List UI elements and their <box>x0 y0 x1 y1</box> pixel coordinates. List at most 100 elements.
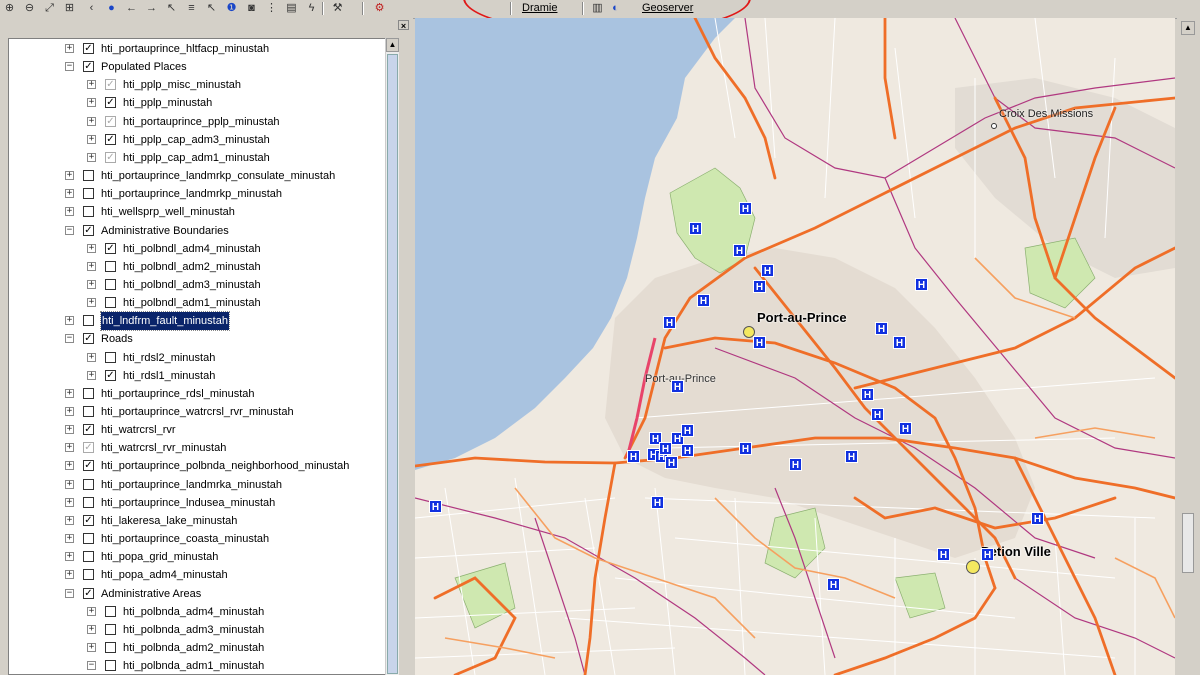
layer-name[interactable]: hti_popa_grid_minustah <box>101 548 218 566</box>
hospital-icon[interactable]: H <box>861 388 874 401</box>
layer-name[interactable]: hti_rdsl1_minustah <box>123 367 215 385</box>
layer-tree-row[interactable]: − ✓ Administrative Areas <box>9 585 389 603</box>
layer-visibility-checkbox[interactable]: ✓ <box>105 242 116 254</box>
map-view[interactable]: Port-au-Prince Port-au-Prince Petion Vil… <box>415 18 1175 675</box>
layer-tree-row[interactable]: + hti_polbndl_adm2_minustah <box>9 258 389 276</box>
layer-visibility-checkbox[interactable]: ✓ <box>83 43 94 54</box>
expand-icon[interactable]: + <box>65 171 74 181</box>
layer-name[interactable]: hti_polbndl_adm1_minustah <box>123 294 261 312</box>
expand-icon[interactable]: + <box>65 534 74 544</box>
expand-icon[interactable]: + <box>87 606 96 616</box>
expand-icon[interactable]: + <box>65 316 74 326</box>
hospital-icon[interactable]: H <box>845 450 858 463</box>
zoom-in-icon[interactable]: ⊕ <box>2 1 17 16</box>
layer-name[interactable]: hti_polbndl_adm2_minustah <box>123 258 261 276</box>
expand-icon[interactable]: + <box>65 552 74 562</box>
layer-name[interactable]: hti_lndfrm_fault_minustah <box>100 311 230 332</box>
layer-tree-row[interactable]: + hti_rdsl2_minustah <box>9 349 389 367</box>
layer-visibility-checkbox[interactable] <box>83 206 94 218</box>
hospital-icon[interactable]: H <box>671 380 684 393</box>
hospital-icon[interactable]: H <box>739 442 752 455</box>
layer-name[interactable]: hti_rdsl2_minustah <box>123 349 215 367</box>
globe-icon[interactable]: ● <box>104 1 119 16</box>
layer-visibility-checkbox[interactable]: ✓ <box>83 424 94 436</box>
hospital-icon[interactable]: H <box>429 500 442 513</box>
hospital-icon[interactable]: H <box>981 548 994 561</box>
hospital-icon[interactable]: H <box>651 496 664 509</box>
layer-name[interactable]: hti_portauprince_lndusea_minustah <box>101 494 275 512</box>
identify-icon[interactable]: ≡ <box>184 1 199 16</box>
collapse-icon[interactable]: − <box>87 661 96 671</box>
expand-icon[interactable]: + <box>65 570 74 580</box>
layer-visibility-checkbox[interactable]: ✓ <box>105 133 116 145</box>
expand-icon[interactable]: + <box>87 624 96 634</box>
layer-visibility-checkbox[interactable] <box>83 188 94 200</box>
expand-icon[interactable]: + <box>65 207 74 217</box>
layer-tree-row[interactable]: + ✓ hti_rdsl1_minustah <box>9 367 389 385</box>
layer-name[interactable]: hti_polbnda_adm1_minustah <box>123 657 264 674</box>
layer-tree-row[interactable]: + hti_portauprince_landmrkp_minustah <box>9 185 389 203</box>
layer-name[interactable]: hti_pplp_misc_minustah <box>123 76 241 94</box>
layer-tree-row[interactable]: + hti_polbnda_adm2_minustah <box>9 639 389 657</box>
layer-visibility-checkbox[interactable] <box>105 660 116 672</box>
layer-visibility-checkbox[interactable] <box>83 496 94 508</box>
lightning-icon[interactable]: ϟ <box>304 1 319 16</box>
layer-tree-row[interactable]: + hti_polbnda_adm3_minustah <box>9 621 389 639</box>
layer-tree-row[interactable]: + ✓ hti_pplp_cap_adm3_minustah <box>9 131 389 149</box>
expand-icon[interactable]: + <box>87 80 96 90</box>
expand-icon[interactable]: + <box>87 298 96 308</box>
layer-visibility-checkbox[interactable]: ✓ <box>83 587 94 599</box>
back-icon[interactable]: ‹ <box>84 1 99 16</box>
layer-tree-row[interactable]: + ✓ hti_pplp_misc_minustah <box>9 76 389 94</box>
layer-visibility-checkbox[interactable]: ✓ <box>105 151 116 163</box>
layer-tree-row[interactable]: + ✓ hti_portauprince_polbnda_neighborhood_… <box>9 457 389 475</box>
layer-name[interactable]: hti_portauprince_rdsl_minustah <box>101 385 254 403</box>
layer-visibility-checkbox[interactable] <box>105 278 116 290</box>
collapse-icon[interactable]: − <box>65 334 74 344</box>
layer-name[interactable]: hti_watrcrsl_rvr_minustah <box>101 439 226 457</box>
measure-icon[interactable]: ⋮ <box>264 1 279 16</box>
layer-visibility-checkbox[interactable] <box>83 406 94 417</box>
expand-icon[interactable]: + <box>65 44 74 53</box>
layer-visibility-checkbox[interactable]: ✓ <box>105 369 116 381</box>
hospital-icon[interactable]: H <box>871 408 884 421</box>
hospital-icon[interactable]: H <box>789 458 802 471</box>
layer-name[interactable]: hti_portauprince_hltfacp_minustah <box>101 40 269 58</box>
expand-icon[interactable]: + <box>87 98 96 108</box>
tool-icon[interactable]: ⚒ <box>330 1 345 16</box>
layer-name[interactable]: hti_polbndl_adm3_minustah <box>123 276 261 294</box>
expand-icon[interactable]: + <box>87 352 96 362</box>
hospital-icon[interactable]: H <box>753 336 766 349</box>
layer-name[interactable]: hti_portauprince_landmrkp_minustah <box>101 185 282 203</box>
layer-tree-row[interactable]: + hti_wellsprp_well_minustah <box>9 203 389 221</box>
zoom-out-icon[interactable]: ⊖ <box>22 1 37 16</box>
expand-icon[interactable]: + <box>65 515 74 525</box>
hospital-icon[interactable]: H <box>899 422 912 435</box>
expand-icon[interactable]: + <box>65 388 74 398</box>
hospital-icon[interactable]: H <box>659 442 672 455</box>
layer-tree-row[interactable]: + hti_portauprince_coasta_minustah <box>9 530 389 548</box>
hospital-icon[interactable]: H <box>681 424 694 437</box>
layer-name[interactable]: hti_polbndl_adm4_minustah <box>123 240 261 258</box>
hospital-icon[interactable]: H <box>627 450 640 463</box>
expand-icon[interactable]: + <box>87 261 96 271</box>
layer-tree-row[interactable]: + hti_polbnda_adm4_minustah <box>9 603 389 621</box>
expand-icon[interactable]: + <box>65 425 74 435</box>
collapse-icon[interactable]: − <box>65 225 74 235</box>
scroll-up-icon[interactable]: ▲ <box>386 38 399 52</box>
layer-visibility-checkbox[interactable] <box>105 623 116 635</box>
hospital-icon[interactable]: H <box>663 316 676 329</box>
expand-icon[interactable]: + <box>87 116 96 126</box>
hospital-icon[interactable]: H <box>937 548 950 561</box>
layer-visibility-checkbox[interactable]: ✓ <box>83 514 94 526</box>
hospital-icon[interactable]: H <box>733 244 746 257</box>
gear-icon[interactable]: ⚙ <box>372 1 387 16</box>
collapse-icon[interactable]: − <box>65 588 74 598</box>
hospital-icon[interactable]: H <box>697 294 710 307</box>
left-arrow-icon[interactable]: ← <box>124 1 139 16</box>
close-icon[interactable]: × <box>398 20 409 31</box>
layer-tree-row[interactable]: + ✓ hti_pplp_minustah <box>9 94 389 112</box>
layer-tree-row[interactable]: + ✓ hti_watrcrsl_rvr <box>9 421 389 439</box>
layer-tree-row[interactable]: + ✓ hti_portauprince_pplp_minustah <box>9 113 389 131</box>
map-scrollbar[interactable]: ▲ <box>1177 18 1200 675</box>
